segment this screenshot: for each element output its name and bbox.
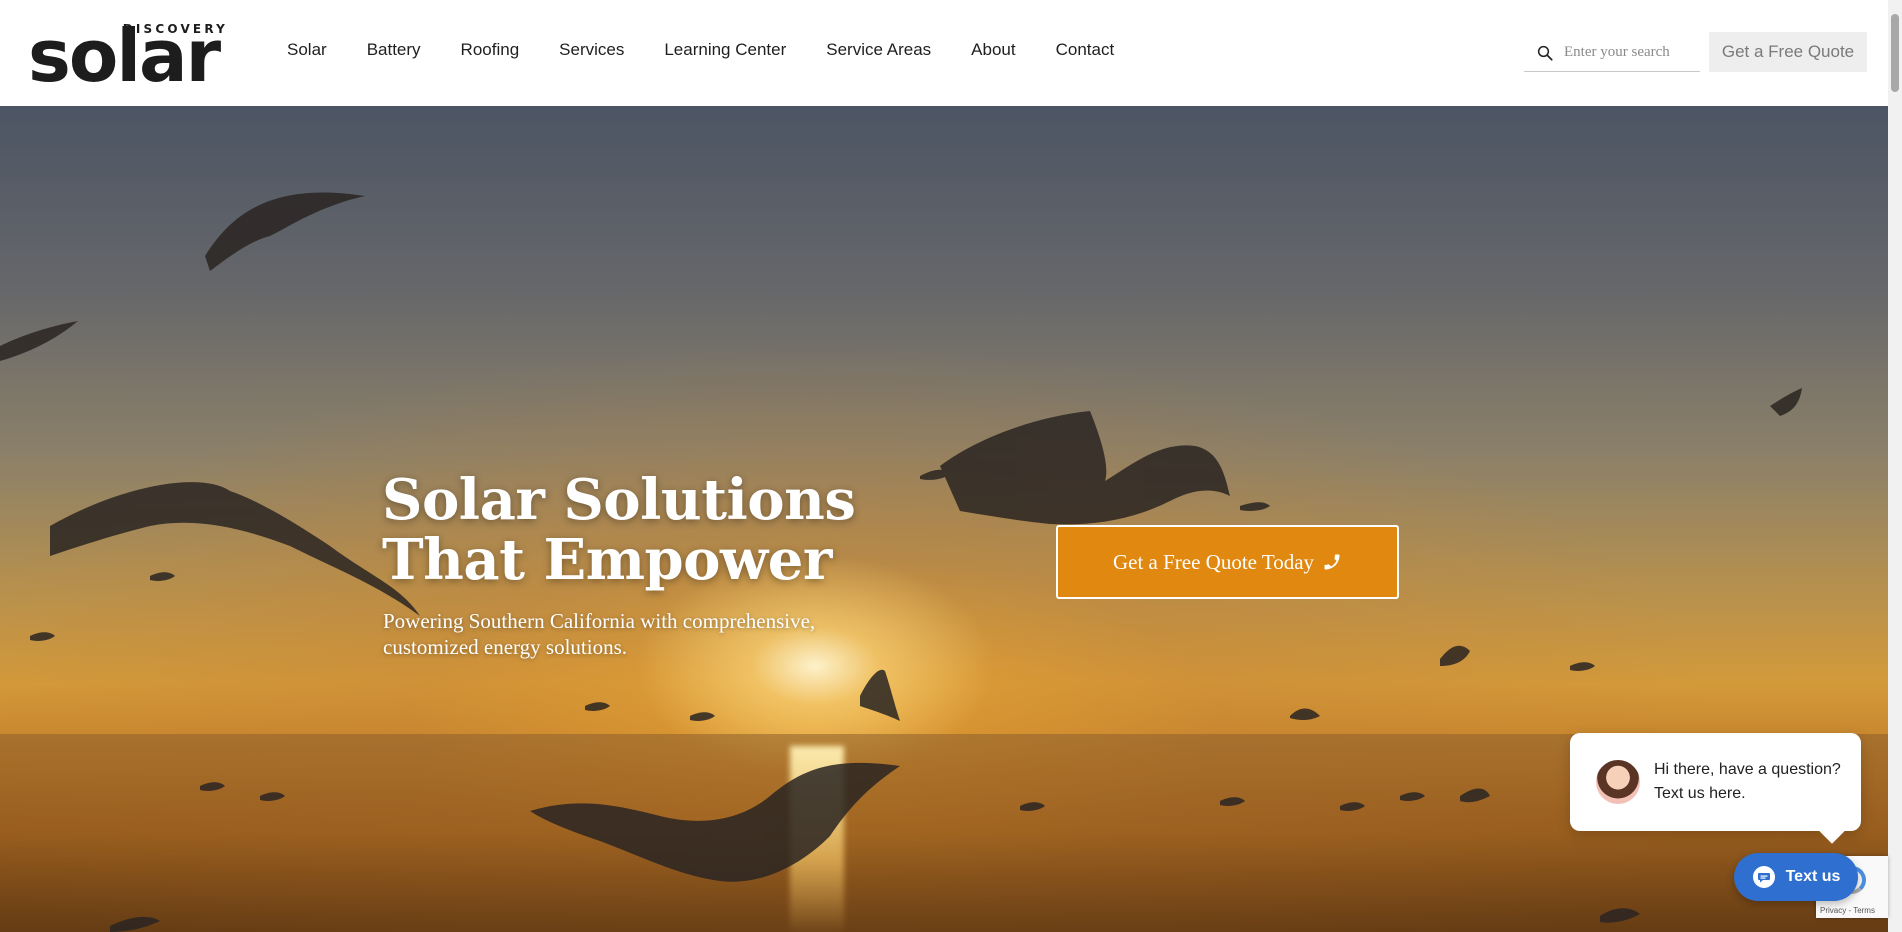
- chat-prompt-bubble[interactable]: Hi there, have a question? Text us here.: [1570, 733, 1861, 831]
- search-icon[interactable]: [1536, 44, 1554, 62]
- nav-item-contact[interactable]: Contact: [1036, 40, 1135, 60]
- hero-title-line-1: Solar Solutions: [382, 467, 856, 533]
- recaptcha-links[interactable]: Privacy - Terms: [1820, 906, 1875, 915]
- cta-label: Get a Free Quote Today: [1112, 549, 1315, 574]
- chat-icon: [1752, 866, 1775, 888]
- nav-item-learning-center[interactable]: Learning Center: [644, 40, 806, 60]
- nav-item-about[interactable]: About: [951, 40, 1035, 60]
- hero-title: Solar Solutions That Empower: [382, 467, 856, 593]
- page-scrollbar[interactable]: [1888, 0, 1902, 932]
- nav-item-solar[interactable]: Solar: [270, 40, 347, 60]
- chat-agent-avatar: [1596, 760, 1640, 804]
- get-free-quote-button[interactable]: Get a Free Quote: [1709, 32, 1867, 72]
- discovery-solar-logo[interactable]: DISCOVERY solar: [28, 14, 230, 98]
- main-nav: Solar Battery Roofing Services Learning …: [270, 40, 1134, 60]
- search-box: [1524, 34, 1700, 72]
- get-free-quote-today-button[interactable]: Get a Free Quote Today: [1056, 525, 1399, 599]
- nav-item-roofing[interactable]: Roofing: [441, 40, 540, 60]
- text-us-label: Text us: [1785, 868, 1841, 885]
- scrollbar-thumb[interactable]: [1891, 14, 1899, 92]
- hero-subtitle: Powering Southern California with compre…: [383, 609, 816, 659]
- chat-prompt-text: Hi there, have a question? Text us here.: [1654, 761, 1841, 802]
- nav-item-battery[interactable]: Battery: [347, 40, 441, 60]
- search-input[interactable]: [1564, 44, 1694, 61]
- nav-item-service-areas[interactable]: Service Areas: [806, 40, 951, 60]
- hero-title-line-2: That Empower: [382, 527, 832, 593]
- site-header: DISCOVERY solar Solar Battery Roofing Se…: [0, 0, 1888, 106]
- nav-item-services[interactable]: Services: [539, 40, 644, 60]
- phone-icon: [1324, 554, 1340, 570]
- text-us-button[interactable]: Text us: [1734, 853, 1858, 901]
- logo-big-text: solar: [28, 14, 221, 98]
